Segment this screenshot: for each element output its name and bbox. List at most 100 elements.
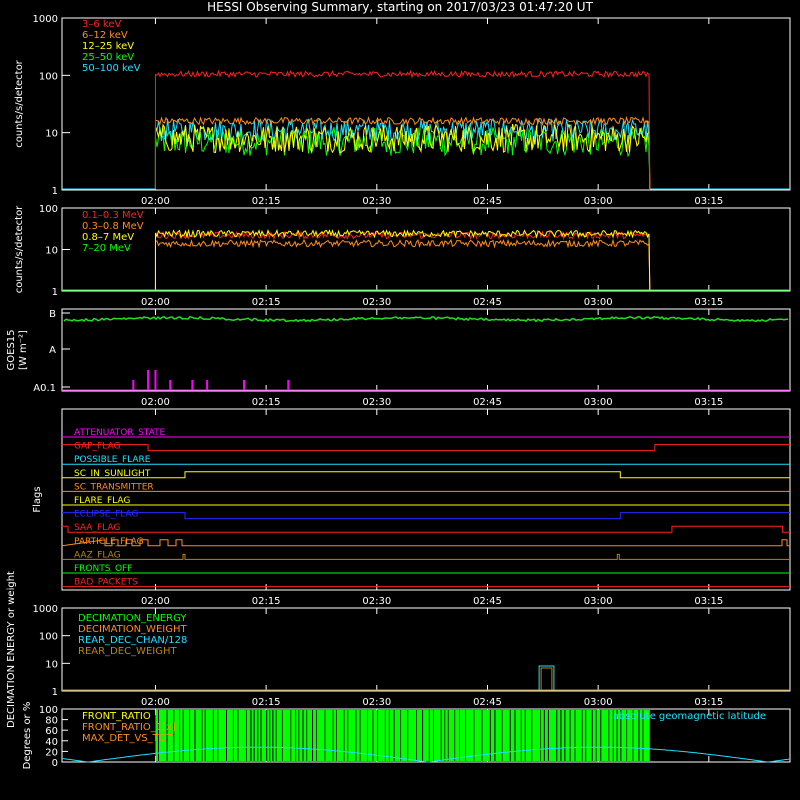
- y-tick-label: 100: [39, 705, 58, 716]
- series-line: [154, 238, 651, 291]
- legend-entry: 50–100 keV: [82, 63, 141, 74]
- flux-spike: [206, 380, 209, 390]
- x-tick-label: 02:45: [473, 196, 502, 207]
- flag-line: [62, 525, 790, 533]
- y-tick-label: 100: [39, 71, 58, 82]
- x-tick-label: 02:00: [141, 297, 170, 308]
- x-tick-label: 02:45: [473, 697, 502, 708]
- y-tick-label: 0: [52, 758, 58, 769]
- x-tick-label: 03:00: [584, 196, 613, 207]
- x-tick-label: 02:45: [473, 397, 502, 408]
- legend-entry: 0.3–0.8 MeV: [82, 221, 144, 232]
- y-tick-label: 10: [45, 659, 58, 670]
- x-tick-label: 02:45: [473, 596, 502, 607]
- x-tick-label: 02:30: [362, 697, 391, 708]
- y-tick-label: 1000: [33, 604, 58, 615]
- x-tick-label: 02:30: [362, 596, 391, 607]
- legend-entry: 3–6 keV: [82, 19, 121, 30]
- y-axis-label: GOES15: [6, 329, 17, 370]
- legend-entry: 6–12 keV: [82, 30, 128, 41]
- y-tick-label: 1: [52, 687, 58, 698]
- series-line: [63, 315, 789, 323]
- x-tick-label: 03:15: [694, 196, 723, 207]
- y-tick-label: A0.1: [33, 383, 56, 394]
- y-tick-label: 1: [52, 186, 58, 197]
- legend-entry: REAR_DEC_WEIGHT: [78, 646, 177, 657]
- y-axis-unit: [W m⁻²]: [18, 330, 29, 370]
- flux-spike: [243, 380, 245, 390]
- flag-line: [62, 471, 790, 479]
- flux-spike: [169, 380, 172, 390]
- y-axis-label: DECIMATION ENERGY or weight: [6, 571, 17, 728]
- x-tick-label: 03:00: [584, 697, 613, 708]
- series-line: [154, 123, 651, 190]
- x-tick-label: 03:00: [584, 397, 613, 408]
- y-tick-label: B: [49, 309, 56, 320]
- x-tick-label: 02:45: [473, 297, 502, 308]
- panel-4-frame: [61, 408, 791, 591]
- y-tick-label: 1000: [33, 14, 58, 25]
- panel-1-frame: [61, 17, 791, 191]
- flux-spike: [287, 380, 290, 390]
- y-tick-label: 10: [45, 246, 58, 257]
- legend-entry: 12–25 keV: [82, 41, 134, 52]
- x-tick-label: 03:15: [694, 697, 723, 708]
- legend-entry: FRONT_RATIO_1[x]: [82, 722, 176, 733]
- x-tick-label: 02:00: [141, 697, 170, 708]
- y-tick-label: 80: [45, 716, 58, 727]
- y-axis-label: Flags: [32, 486, 43, 512]
- y-axis-label: Degrees or %: [22, 702, 33, 770]
- x-tick-label: 02:15: [252, 196, 281, 207]
- flux-spike: [154, 370, 157, 390]
- legend-entry: 0.1–0.3 MeV: [82, 210, 144, 221]
- latitude-annotation: absolute geomagnetic latitude: [613, 711, 766, 722]
- x-tick-label: 02:00: [141, 596, 170, 607]
- x-tick-label: 03:15: [694, 596, 723, 607]
- legend-entry: REAR_DEC_CHAN/128: [78, 635, 187, 646]
- x-tick-label: 03:15: [694, 297, 723, 308]
- ratio-fill: [155, 710, 650, 761]
- y-axis-label: counts/s/detector: [14, 59, 25, 147]
- panel-3-frame: [61, 308, 791, 392]
- y-tick-label: 60: [45, 726, 58, 737]
- legend-entry: DECIMATION_ENERGY: [78, 613, 187, 624]
- y-tick-label: 100: [39, 632, 58, 643]
- flag-line: [62, 512, 790, 520]
- flag-label: GAP_FLAG: [74, 442, 120, 452]
- x-tick-label: 02:15: [252, 697, 281, 708]
- flag-label: ECLIPSE_FLAG: [74, 510, 138, 520]
- y-tick-label: 1: [52, 287, 58, 298]
- legend-entry: 7–20 MeV: [82, 243, 131, 254]
- decimation-pulse: [540, 667, 553, 690]
- x-tick-label: 03:00: [584, 596, 613, 607]
- y-tick-label: 40: [45, 737, 58, 748]
- x-tick-label: 03:00: [584, 297, 613, 308]
- x-tick-label: 03:15: [694, 397, 723, 408]
- legend-entry: 0.8–7 MeV: [82, 232, 134, 243]
- flux-spike: [191, 380, 194, 390]
- legend-entry: FRONT_RATIO: [82, 711, 151, 722]
- y-tick-label: 10: [45, 129, 58, 140]
- flag-line: [62, 444, 790, 452]
- x-tick-label: 02:00: [141, 196, 170, 207]
- y-axis-label: counts/s/detector: [14, 205, 25, 293]
- x-tick-label: 02:00: [141, 397, 170, 408]
- x-tick-label: 02:15: [252, 297, 281, 308]
- y-tick-label: 100: [39, 204, 58, 215]
- y-tick-label: 20: [45, 747, 58, 758]
- panel-2-frame: [61, 207, 791, 292]
- x-tick-label: 02:30: [362, 196, 391, 207]
- x-tick-label: 02:30: [362, 397, 391, 408]
- y-tick-label: A: [49, 345, 56, 356]
- legend-entry: MAX_DET_VS_TOT: [82, 733, 174, 744]
- hessi-observing-summary-chart: 02:00 02:15 02:30 02:45 03:00 03:151101001000…: [6, 14, 791, 770]
- flux-spike: [132, 380, 135, 390]
- x-tick-label: 02:30: [362, 297, 391, 308]
- flag-line: [61, 539, 790, 547]
- x-tick-label: 02:15: [252, 397, 281, 408]
- series-line: [154, 228, 651, 291]
- legend-entry: 25–50 keV: [82, 52, 134, 63]
- flag-line: [62, 553, 790, 560]
- flux-spike: [147, 370, 150, 390]
- x-tick-label: 02:15: [252, 596, 281, 607]
